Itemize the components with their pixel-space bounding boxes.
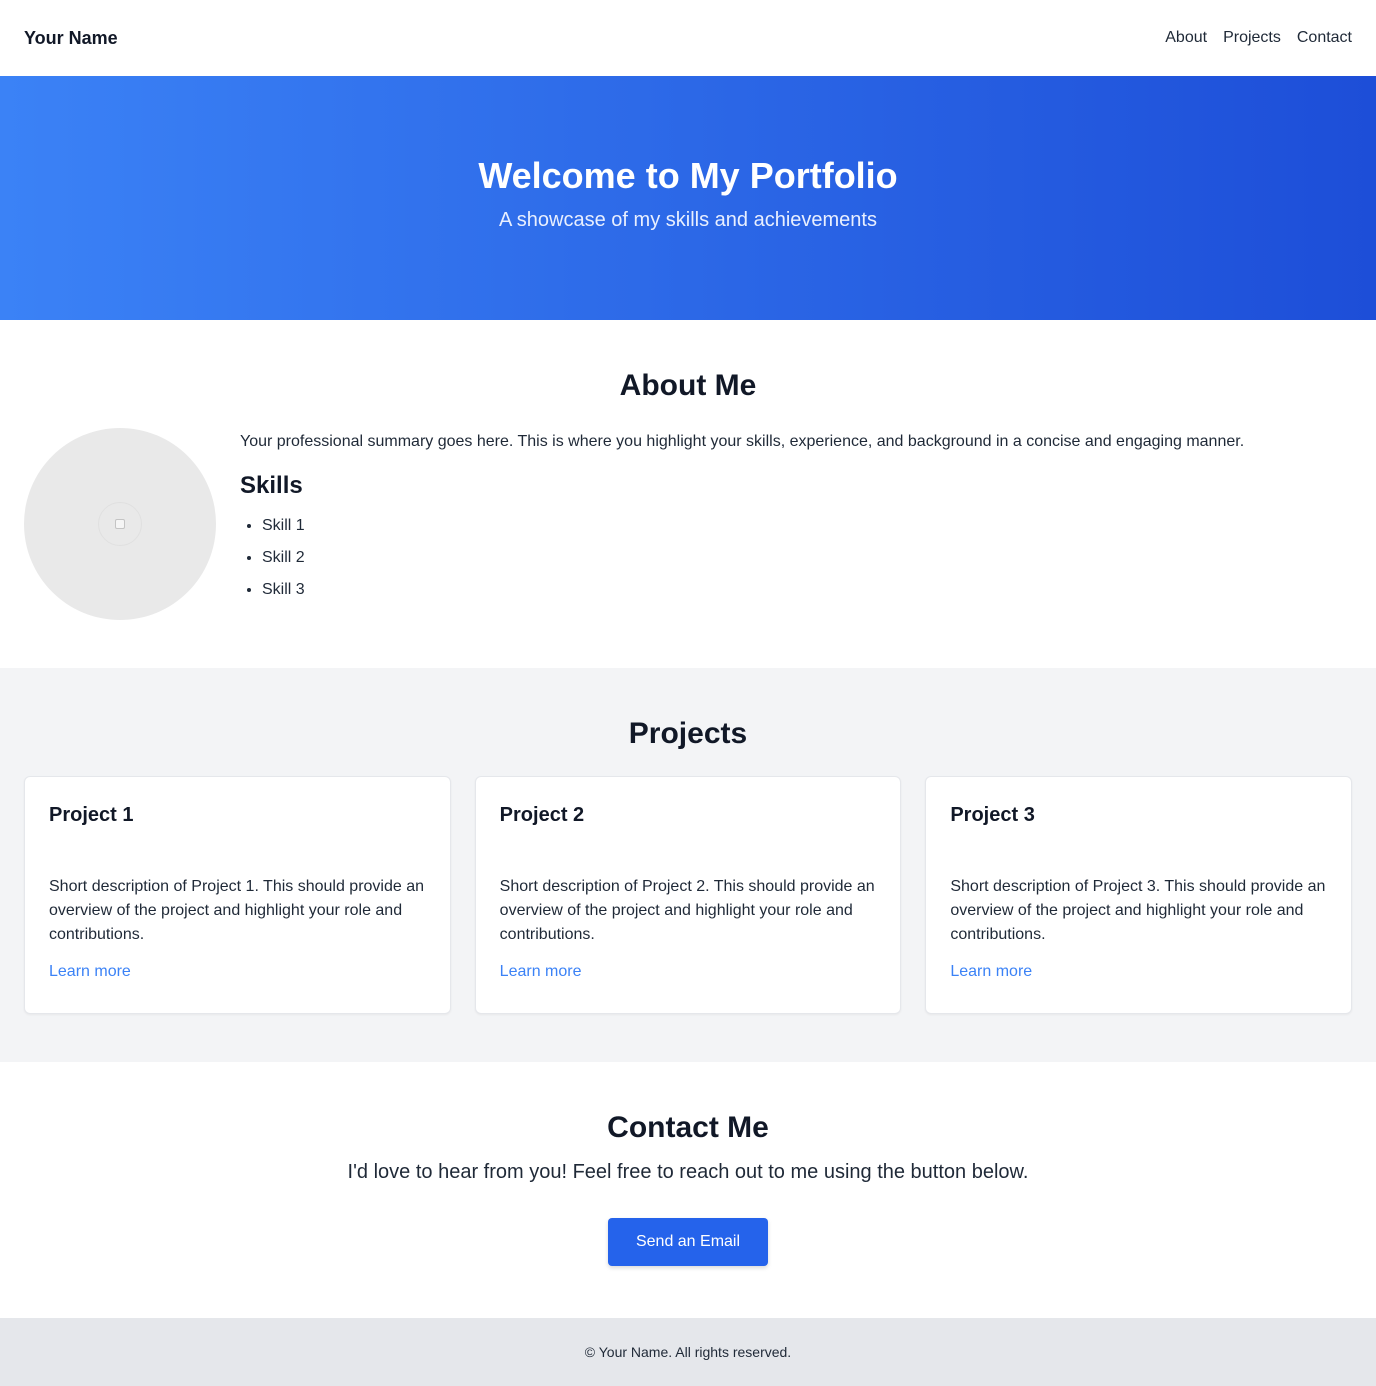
project-description: Short description of Project 2. This sho… xyxy=(499,878,875,943)
footer-copyright: © Your Name. All rights reserved. xyxy=(584,1344,792,1360)
project-learn-more-link[interactable]: Learn more xyxy=(950,963,1032,981)
project-learn-more-link[interactable]: Learn more xyxy=(500,963,582,981)
navbar: Your Name About Projects Contact xyxy=(0,0,1376,76)
nav-links: About Projects Contact xyxy=(1165,29,1352,47)
hero-section: Welcome to My Portfolio A showcase of my… xyxy=(0,76,1376,320)
projects-title: Projects xyxy=(628,717,748,750)
project-card: Project 2 Short description of Project 2… xyxy=(474,776,902,1014)
nav-link-contact[interactable]: Contact xyxy=(1297,29,1352,47)
hero-title: Welcome to My Portfolio xyxy=(478,155,898,196)
avatar-ring xyxy=(98,502,142,546)
avatar xyxy=(24,428,216,620)
contact-section: Contact Me I'd love to hear from you! Fe… xyxy=(0,1062,1376,1318)
project-description: Short description of Project 3. This sho… xyxy=(950,878,1326,943)
projects-section: Projects Project 1 Short description of … xyxy=(0,668,1376,1062)
project-learn-more-link[interactable]: Learn more xyxy=(49,963,131,981)
hero-subtitle: A showcase of my skills and achievements xyxy=(499,209,877,231)
about-section: About Me Your professional summary goes … xyxy=(0,320,1376,668)
send-email-button[interactable]: Send an Email xyxy=(608,1218,768,1266)
project-title: Project 1 xyxy=(49,804,134,826)
about-summary: Your professional summary goes here. Thi… xyxy=(240,433,1245,450)
project-cards: Project 1 Short description of Project 1… xyxy=(24,776,1353,1014)
footer: © Your Name. All rights reserved. xyxy=(0,1318,1376,1386)
skill-item: Skill 1 xyxy=(262,514,1244,538)
brand-name[interactable]: Your Name xyxy=(24,28,118,49)
project-card: Project 3 Short description of Project 3… xyxy=(925,776,1353,1014)
about-title: About Me xyxy=(619,369,757,402)
skills-list: Skill 1 Skill 2 Skill 3 xyxy=(240,514,1244,602)
project-description: Short description of Project 1. This sho… xyxy=(49,878,425,943)
about-text: Your professional summary goes here. Thi… xyxy=(240,428,1244,620)
skills-title: Skills xyxy=(240,472,303,499)
nav-link-about[interactable]: About xyxy=(1165,29,1207,47)
contact-text: I'd love to hear from you! Feel free to … xyxy=(347,1161,1029,1183)
contact-title: Contact Me xyxy=(607,1111,769,1144)
project-card: Project 1 Short description of Project 1… xyxy=(24,776,451,1014)
skill-item: Skill 3 xyxy=(262,578,1244,602)
project-title: Project 2 xyxy=(499,804,585,826)
nav-link-projects[interactable]: Projects xyxy=(1223,29,1281,47)
project-title: Project 3 xyxy=(950,804,1035,826)
about-content: Your professional summary goes here. Thi… xyxy=(24,428,1352,620)
skill-item: Skill 2 xyxy=(262,546,1244,570)
